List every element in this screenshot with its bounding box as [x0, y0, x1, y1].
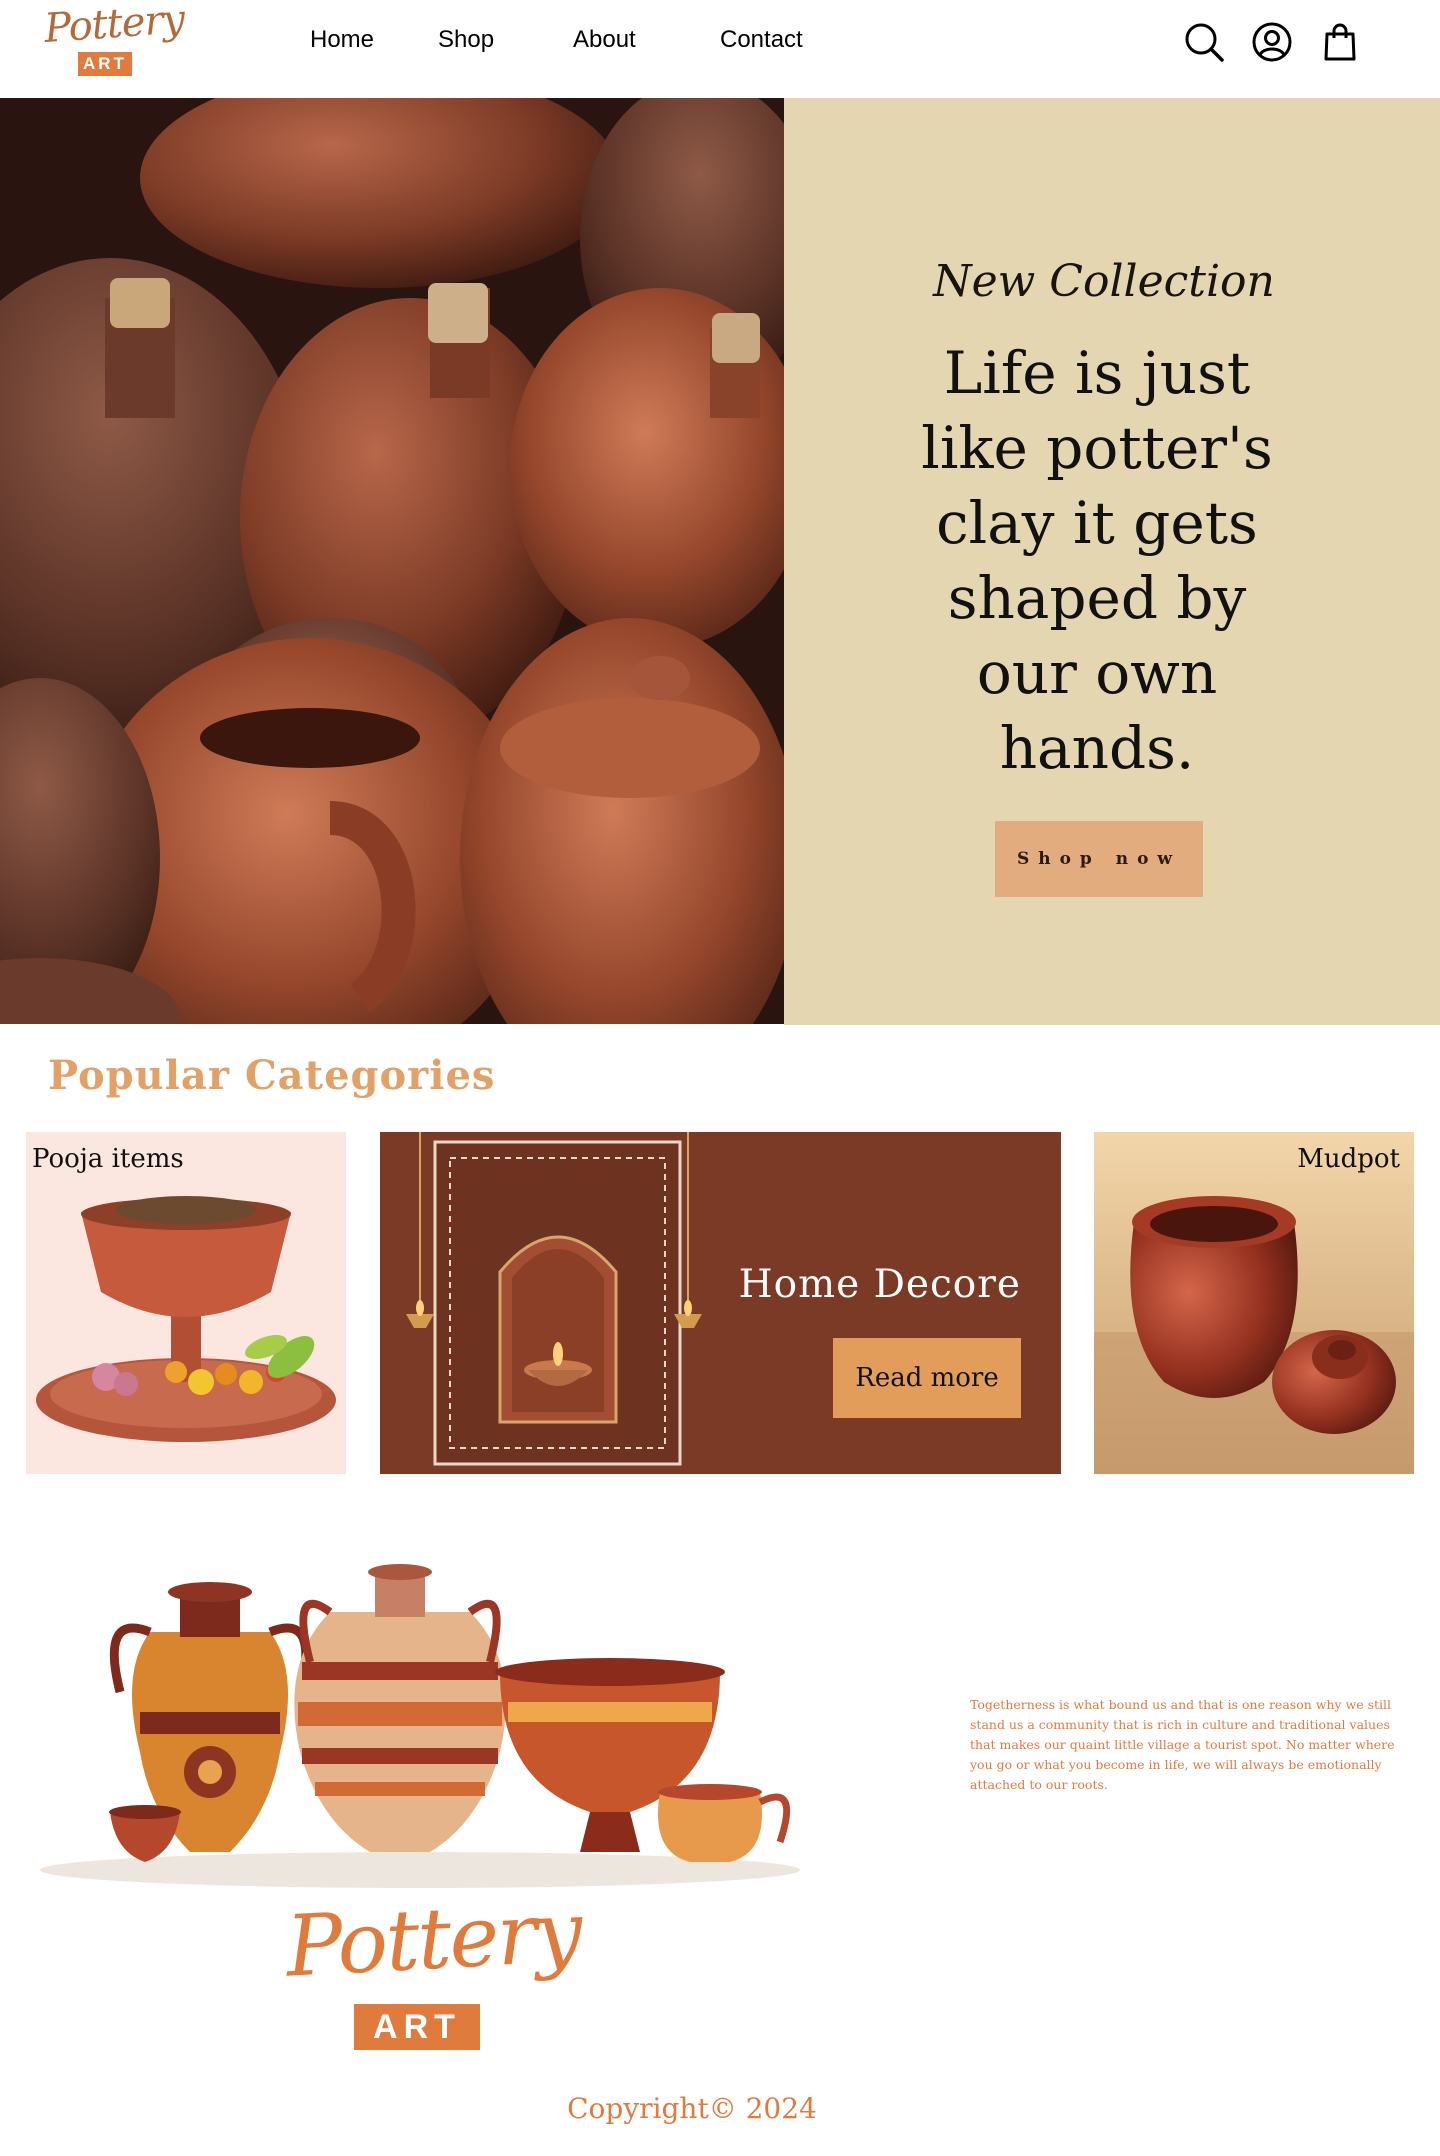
logo-badge: ART: [78, 52, 132, 76]
mudpot-label: Mudpot: [1297, 1144, 1400, 1174]
footer-logo-wordmark: Pottery: [283, 1882, 583, 1996]
hero-quote-line: our own: [976, 639, 1218, 707]
hero-quote-line: clay it gets: [936, 489, 1258, 557]
read-more-button[interactable]: Read more: [833, 1338, 1021, 1418]
logo-wordmark: Pottery: [42, 0, 186, 52]
hero-panel: New Collection Life is just like potter'…: [784, 98, 1440, 1025]
hero-quote: Life is just like potter's clay it gets …: [912, 336, 1282, 786]
category-card-pooja[interactable]: Pooja items: [26, 1132, 346, 1474]
nav-contact[interactable]: Contact: [720, 26, 803, 54]
nav-shop[interactable]: Shop: [438, 26, 494, 54]
hero-kicker: New Collection: [933, 256, 1275, 307]
hero-pottery-photo: [0, 98, 784, 1024]
hero-quote-line: Life is just: [943, 339, 1251, 407]
account-icon[interactable]: [1250, 20, 1294, 64]
nav-about[interactable]: About: [573, 26, 636, 54]
pottery-art-illustration: [30, 1552, 810, 2072]
hero-quote-line: hands.: [999, 714, 1195, 782]
pooja-items-label: Pooja items: [32, 1144, 184, 1174]
footer-logo-badge: ART: [354, 2004, 480, 2050]
search-icon[interactable]: [1182, 20, 1226, 64]
mudpot-image: [1094, 1132, 1414, 1474]
site-header: Pottery ART Home Shop About Contact: [0, 0, 1440, 98]
copyright-text: Copyright© 2024: [567, 2092, 817, 2125]
shopping-bag-icon[interactable]: [1318, 20, 1362, 64]
hero-quote-line: shaped by: [947, 564, 1247, 632]
nav-home[interactable]: Home: [310, 26, 374, 54]
hero-quote-line: like potter's: [921, 414, 1273, 482]
shop-now-button[interactable]: Shop now: [995, 821, 1203, 897]
category-card-mudpot[interactable]: Mudpot: [1094, 1132, 1414, 1474]
brand-logo[interactable]: Pottery ART: [43, 0, 186, 76]
pooja-items-image: [26, 1132, 346, 1474]
category-card-home-decor[interactable]: Home Decore Read more: [380, 1132, 1061, 1474]
home-decor-title: Home Decore: [738, 1262, 1021, 1307]
popular-categories-title: Popular Categories: [48, 1052, 496, 1099]
about-paragraph: Togetherness is what bound us and that i…: [970, 1697, 1395, 1792]
